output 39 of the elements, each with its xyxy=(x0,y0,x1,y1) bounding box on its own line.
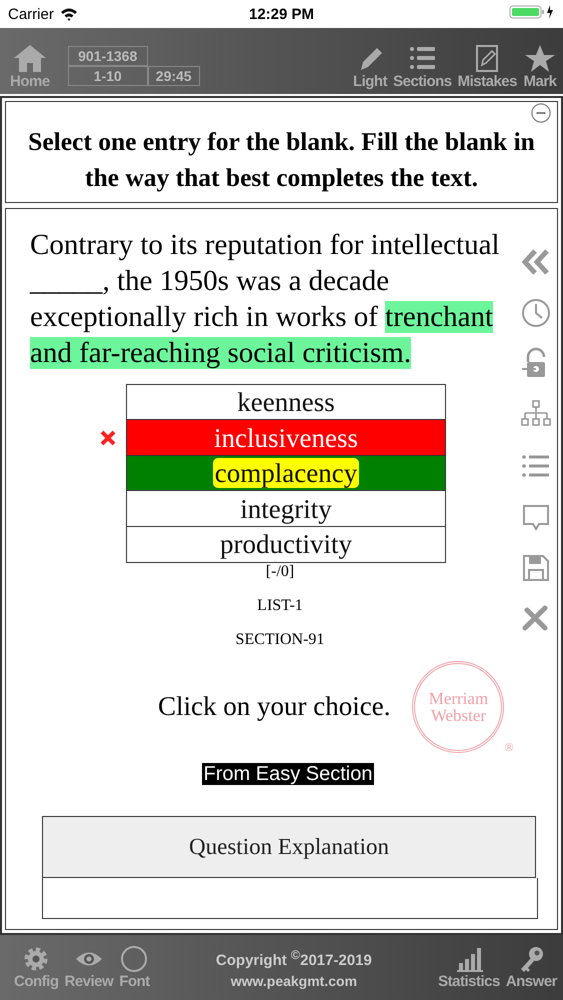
bar-chart-button[interactable]: Statistics xyxy=(436,945,502,990)
range-counter: 901-1368 xyxy=(68,46,148,66)
score-text: [-/0] xyxy=(264,562,296,580)
passage-text: Contrary to its reputation for intellectual _____, the 1950s was a decade exceptionally rich in works of trenchant and far-reaching social criticism. xyxy=(30,228,501,371)
instruction-text: Select one entry for the blank. Fill the blank in the way that best completes the text. xyxy=(27,126,536,194)
list-button[interactable]: Sections xyxy=(391,43,454,90)
star-icon xyxy=(523,43,557,73)
circle-button[interactable]: Font xyxy=(117,945,152,990)
notebook-button[interactable]: Mistakes xyxy=(456,43,519,90)
answer-option[interactable]: integrity xyxy=(126,490,446,527)
dictionary-stamp: Merriam Webster ® xyxy=(412,660,514,752)
answer-option[interactable]: complacency xyxy=(126,454,446,492)
settings-button[interactable]: Config xyxy=(12,945,60,990)
star-button[interactable]: Mark xyxy=(521,43,559,90)
clock-time: 12:29 PM xyxy=(248,6,314,22)
pencil-button[interactable]: Light xyxy=(350,43,390,90)
eye-button[interactable]: Review xyxy=(62,945,116,990)
key-button[interactable]: Answer xyxy=(504,945,559,990)
home-button[interactable]: Home xyxy=(8,43,52,90)
circle-icon xyxy=(119,945,150,973)
prompt-text: Click on your choice. xyxy=(158,691,390,722)
answer-option[interactable]: productivity xyxy=(126,526,446,562)
carrier-label: Carrier xyxy=(8,6,54,22)
clock-icon[interactable] xyxy=(519,296,553,330)
page-counter: 1-10 xyxy=(68,66,148,86)
website-link[interactable]: www.peakgmt.com xyxy=(230,970,358,990)
timer-counter: 29:45 xyxy=(148,66,200,86)
explanation-button[interactable]: Question Explanation xyxy=(42,816,536,878)
battery-icon xyxy=(509,4,555,20)
section-label: SECTION-91 xyxy=(234,630,326,648)
collapse-icon[interactable] xyxy=(531,103,551,123)
difficulty-label: From Easy Section xyxy=(202,762,374,784)
copyright-text: Copyright $^{©}$2017-2019 xyxy=(216,946,372,970)
list-label: LIST-1 xyxy=(256,596,304,614)
home-icon xyxy=(12,43,48,73)
answer-option[interactable]: keenness xyxy=(126,384,446,420)
cross-icon xyxy=(100,430,116,446)
wifi-icon xyxy=(60,7,78,21)
answer-option[interactable]: inclusiveness xyxy=(126,419,446,456)
